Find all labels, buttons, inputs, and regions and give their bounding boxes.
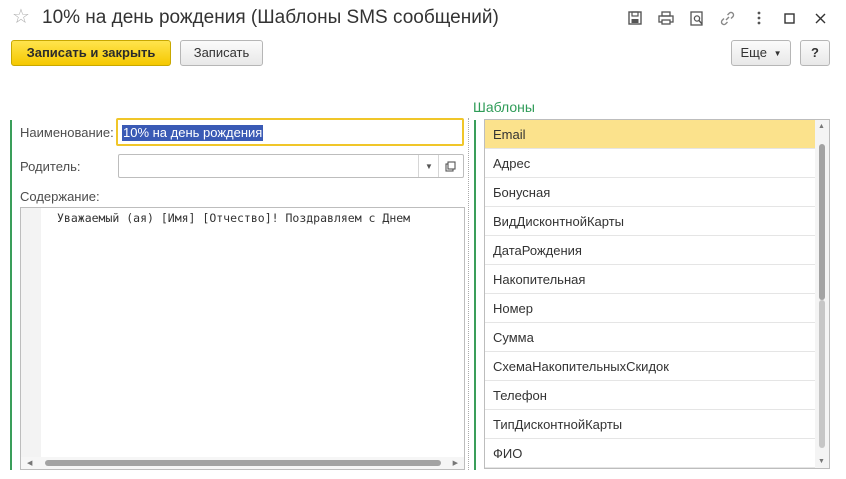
name-label: Наименование: — [20, 125, 114, 140]
vertical-scroll-thumb[interactable] — [819, 144, 825, 300]
name-input[interactable]: 10% на день рождения — [116, 118, 464, 146]
list-item[interactable]: Email — [485, 120, 815, 149]
templates-list: Email Адрес Бонусная ВидДисконтнойКарты Дата… — [484, 119, 830, 469]
close-icon[interactable] — [805, 7, 836, 29]
list-item[interactable]: ВидДисконтнойКарты — [485, 207, 815, 236]
save-icon[interactable] — [619, 7, 650, 29]
panel-divider — [468, 118, 469, 470]
templates-title: Шаблоны — [473, 99, 535, 115]
list-item[interactable]: ФИО — [485, 439, 815, 468]
save-and-close-button[interactable]: Записать и закрыть — [11, 40, 171, 66]
list-item[interactable]: Номер — [485, 294, 815, 323]
scroll-left-icon[interactable]: ◀ — [27, 459, 32, 467]
maximize-icon[interactable] — [774, 7, 805, 29]
window-controls — [619, 7, 836, 29]
list-item[interactable]: СхемаНакопительныхСкидок — [485, 352, 815, 381]
horizontal-scroll-thumb[interactable] — [45, 460, 441, 466]
content-gutter — [21, 208, 41, 469]
vertical-scroll-track[interactable] — [819, 300, 825, 448]
horizontal-scrollbar[interactable]: ◀ ▶ — [21, 457, 464, 469]
window-title: 10% на день рождения (Шаблоны SMS сообще… — [42, 7, 499, 28]
toolbar: Записать и закрыть Записать Еще ▼ ? — [0, 40, 846, 68]
vertical-scrollbar[interactable]: ▲ ▼ — [815, 120, 829, 468]
chevron-down-icon: ▼ — [773, 48, 782, 58]
templates-group-marker — [474, 120, 476, 470]
link-icon[interactable] — [712, 7, 743, 29]
name-input-value: 10% на день рождения — [122, 125, 264, 141]
open-icon[interactable] — [438, 155, 461, 177]
title-bar: ☆ 10% на день рождения (Шаблоны SMS сооб… — [0, 0, 846, 36]
content-textarea[interactable]: Уважаемый (ая) [Имя] [Отчество]! Поздрав… — [20, 207, 465, 470]
form-group-marker — [10, 120, 12, 470]
save-button[interactable]: Записать — [180, 40, 263, 66]
more-vertical-icon[interactable] — [743, 7, 774, 29]
list-item[interactable]: Бонусная — [485, 178, 815, 207]
scroll-down-icon[interactable]: ▼ — [818, 458, 825, 465]
help-button[interactable]: ? — [800, 40, 830, 66]
parent-label: Родитель: — [20, 159, 81, 174]
print-icon[interactable] — [650, 7, 681, 29]
list-item[interactable]: ДатаРождения — [485, 236, 815, 265]
parent-input[interactable]: ▼ — [118, 154, 464, 178]
dropdown-icon[interactable]: ▼ — [418, 155, 439, 177]
list-item[interactable]: Телефон — [485, 381, 815, 410]
star-icon[interactable]: ☆ — [12, 6, 30, 28]
list-item[interactable]: Сумма — [485, 323, 815, 352]
content-text: Уважаемый (ая) [Имя] [Отчество]! Поздрав… — [57, 211, 411, 225]
list-item[interactable]: ТипДисконтнойКарты — [485, 410, 815, 439]
scroll-right-icon[interactable]: ▶ — [453, 459, 458, 467]
more-button[interactable]: Еще ▼ — [731, 40, 791, 66]
scroll-up-icon[interactable]: ▲ — [818, 123, 825, 130]
preview-icon[interactable] — [681, 7, 712, 29]
content-label: Содержание: — [20, 189, 100, 204]
list-item[interactable]: Адрес — [485, 149, 815, 178]
list-item[interactable]: Накопительная — [485, 265, 815, 294]
more-label: Еще — [740, 45, 767, 60]
